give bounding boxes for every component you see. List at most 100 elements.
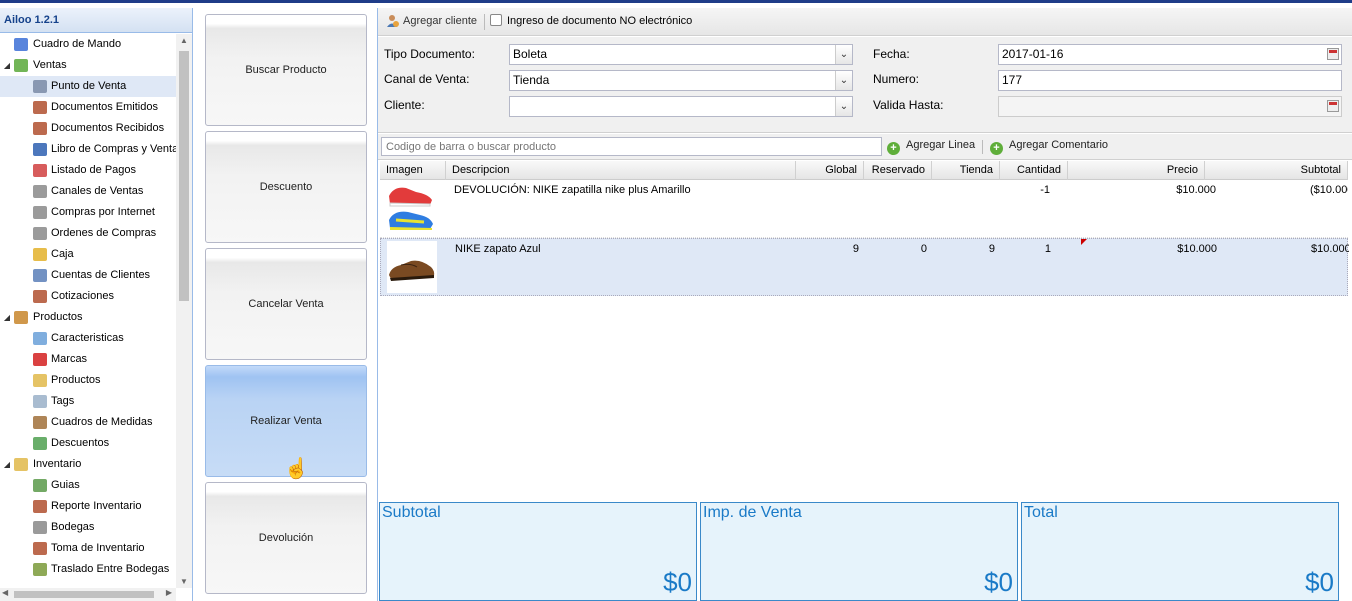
grid-icon bbox=[33, 332, 47, 345]
column-reservado[interactable]: Reservado bbox=[864, 161, 932, 180]
expand-toggle-icon[interactable]: ◢ bbox=[3, 307, 11, 328]
cart-icon bbox=[33, 227, 47, 240]
scroll-up-icon[interactable]: ▲ bbox=[176, 36, 192, 45]
sidebar-item-caja[interactable]: Caja bbox=[0, 244, 176, 265]
sidebar-item-label: Compras por Internet bbox=[51, 206, 155, 218]
sidebar-item-productos[interactable]: ◢ Productos bbox=[0, 307, 176, 328]
non-electronic-checkbox[interactable]: Ingreso de documento NO electrónico bbox=[490, 14, 692, 27]
sidebar-item-cotizaciones[interactable]: Cotizaciones bbox=[0, 286, 176, 307]
scrollbar-thumb[interactable] bbox=[14, 591, 154, 598]
column-precio[interactable]: Precio bbox=[1068, 161, 1205, 180]
sidebar-item-label: Bodegas bbox=[51, 521, 95, 533]
guide-icon bbox=[33, 479, 47, 492]
row-precio[interactable]: $10.000 bbox=[1068, 184, 1216, 196]
sidebar-item-compras-por-internet[interactable]: Compras por Internet bbox=[0, 202, 176, 223]
sidebar-item-label: Ventas bbox=[33, 59, 67, 71]
sidebar-item-ordenes-de-compras[interactable]: Ordenes de Compras bbox=[0, 223, 176, 244]
add-comment-label: Agregar Comentario bbox=[1009, 139, 1109, 151]
calendar-icon[interactable] bbox=[1327, 48, 1339, 60]
sidebar-item-marcas[interactable]: Marcas bbox=[0, 349, 176, 370]
product-search-input[interactable] bbox=[381, 137, 882, 156]
table-row[interactable]: NIKE zapato Azul 9 0 9 1 $10.000 $10.000 bbox=[380, 238, 1349, 296]
sidebar-item-listado-de-pagos[interactable]: Listado de Pagos bbox=[0, 160, 176, 181]
sidebar-item-reporte-inventario[interactable]: Reporte Inventario bbox=[0, 496, 176, 517]
sidebar-item-caracteristicas[interactable]: Caracteristicas bbox=[0, 328, 176, 349]
buscar-producto-button[interactable]: Buscar Producto bbox=[205, 14, 367, 126]
sidebar-item-traslado-entre-bodegas[interactable]: Traslado Entre Bodegas bbox=[0, 559, 176, 580]
sidebar-item-punto-de-venta[interactable]: Punto de Venta bbox=[0, 76, 176, 97]
sidebar-item-toma-de-inventario[interactable]: Toma de Inventario bbox=[0, 538, 176, 559]
add-line-button[interactable]: + Agregar Linea bbox=[887, 139, 975, 155]
fecha-field[interactable]: 2017-01-16 bbox=[998, 44, 1342, 65]
sidebar-item-bodegas[interactable]: Bodegas bbox=[0, 517, 176, 538]
calendar-icon[interactable] bbox=[1327, 100, 1339, 112]
valida-hasta-field[interactable] bbox=[998, 96, 1342, 117]
sidebar-item-canales-de-ventas[interactable]: Canales de Ventas bbox=[0, 181, 176, 202]
chevron-down-icon[interactable]: ⌄ bbox=[835, 45, 852, 64]
sidebar-item-descuentos[interactable]: Descuentos bbox=[0, 433, 176, 454]
sneaker-image bbox=[386, 182, 436, 234]
sidebar-item-label: Inventario bbox=[33, 458, 82, 470]
tipo-documento-select[interactable]: Boleta ⌄ bbox=[509, 44, 853, 65]
column-tienda[interactable]: Tienda bbox=[932, 161, 1000, 180]
row-subtotal: ($10.000) bbox=[1310, 184, 1348, 196]
expand-toggle-icon[interactable]: ◢ bbox=[3, 454, 11, 475]
sidebar-item-cuadros-de-medidas[interactable]: Cuadros de Medidas bbox=[0, 412, 176, 433]
column-descripcion[interactable]: Descripcion bbox=[446, 161, 796, 180]
sidebar-item-productos[interactable]: Productos bbox=[0, 370, 176, 391]
chevron-down-icon[interactable]: ⌄ bbox=[835, 71, 852, 90]
scroll-right-icon[interactable]: ▶ bbox=[166, 588, 172, 597]
descuento-button[interactable]: Descuento bbox=[205, 131, 367, 243]
column-subtotal[interactable]: Subtotal bbox=[1205, 161, 1348, 180]
row-cantidad[interactable]: -1 bbox=[1000, 184, 1050, 196]
column-cantidad[interactable]: Cantidad bbox=[1000, 161, 1068, 180]
sidebar-item-inventario[interactable]: ◢ Inventario bbox=[0, 454, 176, 475]
row-cantidad[interactable]: 1 bbox=[1001, 243, 1051, 255]
money-icon bbox=[14, 59, 28, 72]
sidebar-item-label: Caja bbox=[51, 248, 74, 260]
column-global[interactable]: Global bbox=[796, 161, 864, 180]
cancelar-venta-button[interactable]: Cancelar Venta bbox=[205, 248, 367, 360]
sidebar-item-tags[interactable]: Tags bbox=[0, 391, 176, 412]
box-icon bbox=[14, 311, 28, 324]
sidebar-item-ventas[interactable]: ◢ Ventas bbox=[0, 55, 176, 76]
subtotal-value: $0 bbox=[663, 567, 692, 597]
grid-header: Imagen Descripcion Global Reservado Tien… bbox=[380, 161, 1348, 180]
numero-label: Numero: bbox=[873, 72, 920, 86]
canal-venta-select[interactable]: Tienda ⌄ bbox=[509, 70, 853, 91]
scrollbar-thumb[interactable] bbox=[179, 51, 189, 301]
sidebar-item-cuentas-de-clientes[interactable]: Cuentas de Clientes bbox=[0, 265, 176, 286]
sidebar-item-label: Productos bbox=[51, 374, 101, 386]
toolbar: Agregar cliente Ingreso de documento NO … bbox=[378, 8, 1352, 36]
numero-field[interactable]: 177 bbox=[998, 70, 1342, 91]
table-row[interactable]: DEVOLUCIÓN: NIKE zapatilla nike plus Ama… bbox=[380, 180, 1348, 238]
sidebar-item-label: Punto de Venta bbox=[51, 80, 127, 92]
top-border bbox=[0, 0, 1352, 3]
devolucion-button[interactable]: Devolución bbox=[205, 482, 367, 594]
chevron-down-icon[interactable]: ⌄ bbox=[835, 97, 852, 116]
expand-toggle-icon[interactable]: ◢ bbox=[3, 55, 11, 76]
scroll-left-icon[interactable]: ◀ bbox=[2, 588, 8, 597]
scroll-down-icon[interactable]: ▼ bbox=[176, 577, 192, 586]
ribbon-icon bbox=[33, 353, 47, 366]
sale-panel: Agregar cliente Ingreso de documento NO … bbox=[377, 8, 1352, 601]
sidebar-item-cuadro-de-mando[interactable]: Cuadro de Mando bbox=[0, 34, 176, 55]
cliente-select[interactable]: ⌄ bbox=[509, 96, 853, 117]
row-precio[interactable]: $10.000 bbox=[1069, 243, 1217, 255]
column-imagen[interactable]: Imagen bbox=[380, 161, 446, 180]
sidebar-item-documentos-emitidos[interactable]: Documentos Emitidos bbox=[0, 97, 176, 118]
sidebar-item-libro-de-compras-y-ventas[interactable]: Libro de Compras y Ventas bbox=[0, 139, 176, 160]
row-tienda: 9 bbox=[988, 243, 995, 255]
document-icon bbox=[33, 290, 47, 303]
app-title: Ailoo 1.2.1 bbox=[0, 8, 192, 33]
add-comment-button[interactable]: + Agregar Comentario bbox=[990, 139, 1108, 155]
sidebar-item-guias[interactable]: Guias bbox=[0, 475, 176, 496]
sidebar-vertical-scrollbar[interactable]: ▲ ▼ bbox=[176, 34, 192, 588]
sidebar-horizontal-scrollbar[interactable]: ◀ ▶ bbox=[0, 588, 176, 601]
sidebar-item-label: Tags bbox=[51, 395, 75, 407]
add-client-button[interactable]: Agregar cliente bbox=[386, 14, 477, 27]
checkbox-box[interactable] bbox=[490, 14, 502, 26]
warehouse-icon bbox=[33, 521, 47, 534]
sidebar-item-documentos-recibidos[interactable]: Documentos Recibidos bbox=[0, 118, 176, 139]
add-icon: + bbox=[887, 142, 900, 155]
